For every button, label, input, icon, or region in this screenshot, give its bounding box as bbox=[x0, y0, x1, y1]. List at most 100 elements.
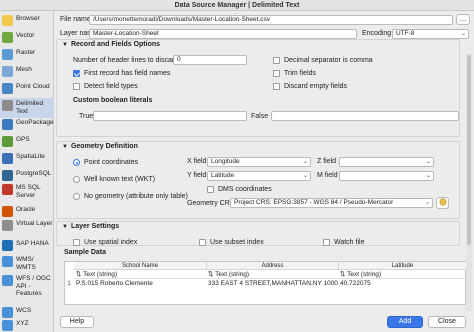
add-button[interactable]: Add bbox=[387, 316, 423, 328]
trim-fields-row[interactable]: Trim fields bbox=[273, 70, 316, 77]
layer-settings-header[interactable]: ▼ Layer Settings bbox=[62, 223, 119, 230]
encoding-label: Encoding bbox=[362, 30, 392, 37]
wkt-label: Well known text (WKT) bbox=[84, 176, 156, 183]
row-number: 1 bbox=[67, 281, 71, 287]
sidebar-item-label: PostgreSQL bbox=[16, 170, 52, 177]
sidebar: Browser Vector Raster Mesh Point Cloud D… bbox=[0, 11, 54, 332]
layer-settings-section: ▼ Layer Settings Use spatial index Use su… bbox=[56, 221, 460, 246]
sidebar-item-label: Delimited Text bbox=[16, 100, 44, 115]
subset-index-checkbox[interactable] bbox=[199, 239, 206, 246]
column-type-select[interactable]: ⇅ Text (string) bbox=[74, 271, 206, 279]
sidebar-item-label: WMS/ WMTS bbox=[16, 256, 36, 271]
subset-index-row[interactable]: Use subset index bbox=[199, 239, 264, 246]
sidebar-item-wfs[interactable]: WFS / OGC API - Features bbox=[0, 275, 54, 305]
decimal-comma-checkbox[interactable] bbox=[273, 57, 280, 64]
sidebar-item-delimited-text[interactable]: Delimited Text bbox=[0, 98, 54, 118]
column-type-select[interactable]: ⇅ Text (string) bbox=[206, 271, 338, 279]
layer-name-field[interactable]: Master-Location-Sheet bbox=[89, 29, 357, 39]
trim-fields-label: Trim fields bbox=[284, 70, 317, 77]
column-header[interactable]: School Name bbox=[74, 262, 206, 270]
sidebar-item-label: Vector bbox=[16, 32, 35, 39]
point-coords-radio[interactable] bbox=[73, 159, 80, 166]
sample-data-title: Sample Data bbox=[64, 249, 107, 256]
sidebar-item-browser[interactable]: Browser bbox=[0, 15, 54, 29]
sidebar-item-raster[interactable]: Raster bbox=[0, 49, 54, 63]
spatial-index-checkbox[interactable] bbox=[73, 239, 80, 246]
header-lines-spinbox[interactable]: 0 bbox=[173, 55, 247, 65]
sidebar-item-spatialite[interactable]: SpatiaLite bbox=[0, 153, 54, 167]
z-field-select[interactable]: ⌄ bbox=[339, 157, 434, 167]
discard-empty-checkbox[interactable] bbox=[273, 83, 280, 90]
x-field-value: Longitude bbox=[211, 158, 240, 165]
vector-icon bbox=[2, 32, 13, 43]
x-field-select[interactable]: Longitude ⌄ bbox=[207, 157, 311, 167]
close-button[interactable]: Close bbox=[428, 316, 466, 328]
sidebar-item-xyz[interactable]: XYZ bbox=[0, 320, 54, 332]
dms-row[interactable]: DMS coordinates bbox=[207, 186, 272, 193]
vertical-scrollbar[interactable] bbox=[466, 53, 472, 311]
no-geometry-row[interactable]: No geometry (attribute only table) bbox=[73, 193, 188, 200]
false-literal-field[interactable] bbox=[271, 111, 459, 121]
crs-selector-button[interactable] bbox=[436, 197, 449, 209]
mssql-icon bbox=[2, 184, 13, 195]
y-field-select[interactable]: Latitude ⌄ bbox=[207, 171, 311, 181]
watch-file-checkbox[interactable] bbox=[323, 239, 330, 246]
crs-select[interactable]: Project CRS: EPSG:3857 - WGS 84 / Pseudo… bbox=[230, 198, 433, 208]
file-name-field[interactable]: /Users/monettemoradi/Downloads/Master-Lo… bbox=[89, 15, 453, 25]
main-panel: File name /Users/monettemoradi/Downloads… bbox=[56, 11, 474, 332]
spatial-index-row[interactable]: Use spatial index bbox=[73, 239, 137, 246]
watch-file-label: Watch file bbox=[334, 239, 365, 246]
no-geometry-radio[interactable] bbox=[73, 193, 80, 200]
sidebar-item-label: Point Cloud bbox=[16, 83, 50, 90]
help-button[interactable]: Help bbox=[60, 316, 94, 328]
m-field-select[interactable]: ⌄ bbox=[339, 171, 434, 181]
sidebar-item-vector[interactable]: Vector bbox=[0, 32, 54, 46]
sidebar-item-gps[interactable]: GPS bbox=[0, 136, 54, 150]
layer-settings-title: Layer Settings bbox=[70, 223, 120, 230]
column-header[interactable]: Latitude bbox=[338, 262, 466, 270]
first-record-checkbox[interactable] bbox=[73, 70, 80, 77]
encoding-select[interactable]: UTF-8 ⌄ bbox=[392, 29, 469, 39]
wkt-row[interactable]: Well known text (WKT) bbox=[73, 176, 155, 183]
column-type-select[interactable]: ⇅ Text (string) bbox=[338, 271, 466, 279]
spatial-index-label: Use spatial index bbox=[84, 239, 138, 246]
detect-types-checkbox[interactable] bbox=[73, 83, 80, 90]
watch-file-row[interactable]: Watch file bbox=[323, 239, 364, 246]
sidebar-item-mesh[interactable]: Mesh bbox=[0, 66, 54, 80]
sidebar-item-wcs[interactable]: WCS bbox=[0, 307, 54, 319]
decimal-comma-row[interactable]: Decimal separator is comma bbox=[273, 57, 373, 64]
raster-icon bbox=[2, 49, 13, 60]
record-fields-header[interactable]: ▼ Record and Fields Options bbox=[62, 41, 160, 48]
discard-empty-row[interactable]: Discard empty fields bbox=[273, 83, 347, 90]
browse-button[interactable]: … bbox=[456, 14, 470, 25]
collapse-triangle-icon: ▼ bbox=[62, 42, 68, 48]
sidebar-item-geopackage[interactable]: GeoPackage bbox=[0, 119, 54, 133]
scrollbar-thumb[interactable] bbox=[467, 55, 471, 245]
geometry-header[interactable]: ▼ Geometry Definition bbox=[62, 143, 138, 150]
dms-checkbox[interactable] bbox=[207, 186, 214, 193]
record-fields-title: Record and Fields Options bbox=[70, 41, 161, 48]
trim-fields-checkbox[interactable] bbox=[273, 70, 280, 77]
sidebar-item-point-cloud[interactable]: Point Cloud bbox=[0, 83, 54, 97]
wkt-radio[interactable] bbox=[73, 176, 80, 183]
sidebar-item-postgresql[interactable]: PostgreSQL bbox=[0, 170, 54, 184]
true-literal-field[interactable] bbox=[93, 111, 247, 121]
chevron-down-icon: ⌄ bbox=[460, 31, 466, 37]
chevron-down-icon: ⌄ bbox=[302, 173, 308, 179]
sidebar-item-wms[interactable]: WMS/ WMTS bbox=[0, 256, 54, 276]
header-lines-row: Number of header lines to discard bbox=[73, 57, 178, 64]
sidebar-item-label: MS SQL Server bbox=[16, 184, 41, 199]
discard-empty-label: Discard empty fields bbox=[284, 83, 348, 90]
sidebar-item-label: Mesh bbox=[16, 66, 32, 73]
column-header[interactable]: Address bbox=[206, 262, 338, 270]
sidebar-item-mssql[interactable]: MS SQL Server bbox=[0, 184, 54, 204]
sidebar-item-virtual-layer[interactable]: Virtual Layer bbox=[0, 220, 54, 240]
chevron-down-icon: ⌄ bbox=[425, 173, 431, 179]
sidebar-item-sap-hana[interactable]: SAP HANA bbox=[0, 240, 54, 254]
detect-types-row[interactable]: Detect field types bbox=[73, 83, 138, 90]
first-record-row[interactable]: First record has field names bbox=[73, 70, 170, 77]
point-coords-row[interactable]: Point coordinates bbox=[73, 159, 138, 166]
sidebar-item-oracle[interactable]: Oracle bbox=[0, 206, 54, 220]
decimal-comma-label: Decimal separator is comma bbox=[284, 57, 373, 64]
sidebar-item-label: Oracle bbox=[16, 206, 36, 213]
